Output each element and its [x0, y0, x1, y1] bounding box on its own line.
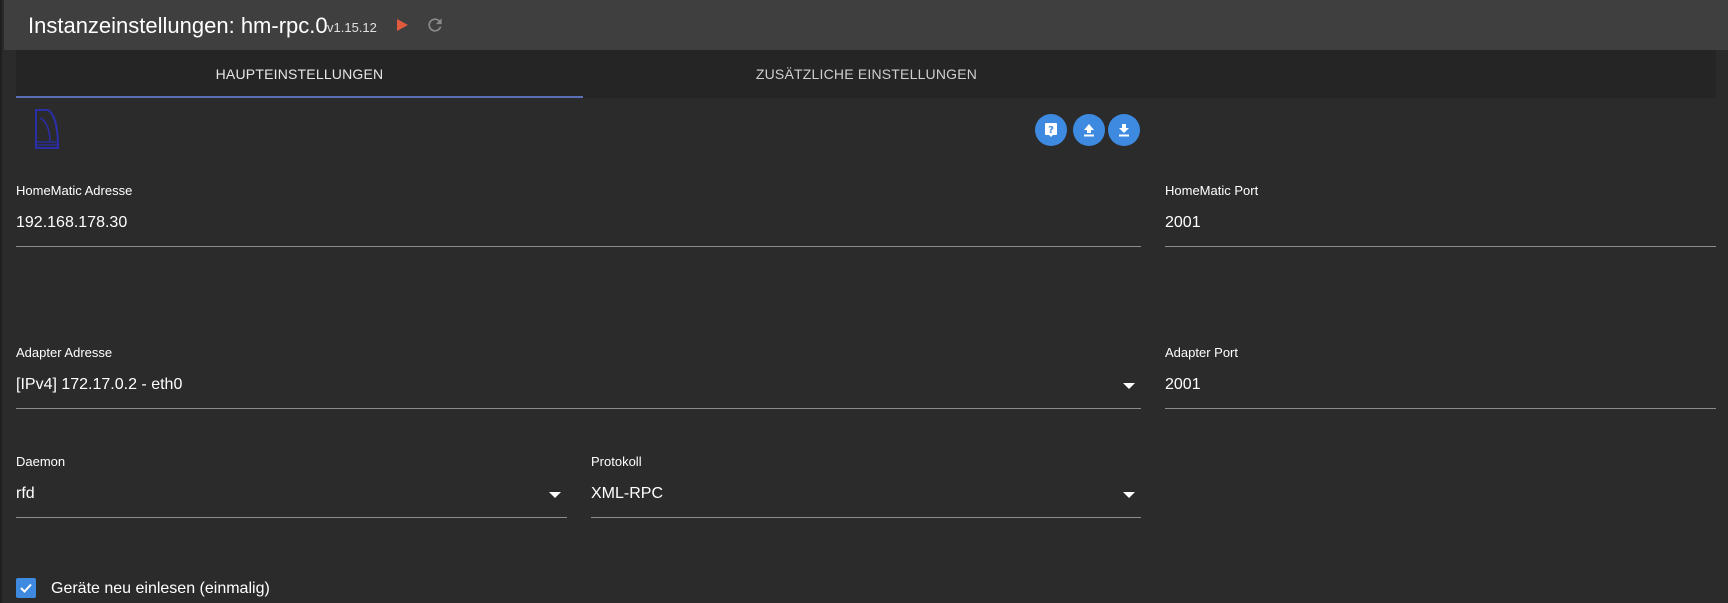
homematic-port-label: HomeMatic Port	[1165, 183, 1259, 198]
adapter-port-field[interactable]: Adapter Port 2001	[1165, 345, 1716, 409]
version-badge: v1.15.12	[327, 20, 377, 35]
homematic-port-underline	[1165, 246, 1716, 247]
daemon-chevron-down-icon[interactable]	[549, 492, 561, 498]
tab-main-settings[interactable]: HAUPTEINSTELLUNGEN	[16, 50, 583, 98]
protocol-label: Protokoll	[591, 454, 642, 469]
checkmark-icon	[20, 583, 32, 593]
homematic-address-underline	[16, 246, 1141, 247]
dialog-header: Instanzeinstellungen: hm-rpc.0 v1.15.12	[4, 0, 1728, 50]
protocol-chevron-down-icon[interactable]	[1123, 492, 1135, 498]
reload-devices-checkbox[interactable]	[16, 578, 36, 598]
daemon-underline	[16, 517, 567, 518]
homematic-port-field[interactable]: HomeMatic Port 2001	[1165, 183, 1716, 247]
dialog-title: Instanzeinstellungen: hm-rpc.0	[28, 13, 328, 38]
adapter-address-chevron-down-icon[interactable]	[1123, 383, 1135, 389]
protocol-underline	[591, 517, 1141, 518]
adapter-port-input[interactable]: 2001	[1165, 376, 1201, 394]
help-button[interactable]: ?	[1035, 114, 1067, 146]
protocol-select[interactable]: Protokoll XML-RPC	[591, 454, 1141, 518]
homematic-address-input[interactable]: 192.168.178.30	[16, 214, 127, 232]
adapter-address-label: Adapter Adresse	[16, 345, 113, 360]
homematic-logo-icon	[35, 109, 60, 149]
download-button[interactable]	[1108, 114, 1140, 146]
tab-additional-settings[interactable]: ZUSÄTZLICHE EINSTELLUNGEN	[583, 50, 1150, 98]
homematic-address-field[interactable]: HomeMatic Adresse 192.168.178.30	[16, 183, 1141, 247]
tab-additional-settings-label: ZUSÄTZLICHE EINSTELLUNGEN	[755, 66, 978, 82]
adapter-address-value[interactable]: [IPv4] 172.17.0.2 - eth0	[16, 376, 182, 394]
tab-main-settings-label: HAUPTEINSTELLUNGEN	[215, 66, 384, 82]
daemon-select[interactable]: Daemon rfd	[16, 454, 567, 518]
active-tab-indicator	[16, 96, 583, 98]
homematic-port-input[interactable]: 2001	[1165, 214, 1201, 232]
adapter-port-underline	[1165, 408, 1716, 409]
reload-icon[interactable]	[425, 15, 445, 35]
download-icon	[1119, 124, 1129, 137]
adapter-port-label: Adapter Port	[1165, 345, 1238, 360]
protocol-value[interactable]: XML-RPC	[591, 485, 663, 503]
svg-text:?: ?	[1048, 125, 1054, 136]
daemon-label: Daemon	[16, 454, 66, 469]
upload-icon	[1084, 124, 1094, 137]
play-icon[interactable]	[394, 17, 410, 33]
daemon-value[interactable]: rfd	[16, 485, 35, 503]
adapter-address-underline	[16, 408, 1141, 409]
help-icon: ?	[1045, 123, 1057, 137]
homematic-address-label: HomeMatic Adresse	[16, 183, 133, 198]
adapter-address-select[interactable]: Adapter Adresse [IPv4] 172.17.0.2 - eth0	[16, 345, 1141, 409]
instance-settings-dialog: Instanzeinstellungen: hm-rpc.0 v1.15.12 …	[0, 0, 1728, 603]
reload-devices-label: Geräte neu einlesen (einmalig)	[51, 580, 270, 597]
tab-bar: HAUPTEINSTELLUNGEN ZUSÄTZLICHE EINSTELLU…	[16, 50, 1716, 98]
upload-button[interactable]	[1073, 114, 1105, 146]
